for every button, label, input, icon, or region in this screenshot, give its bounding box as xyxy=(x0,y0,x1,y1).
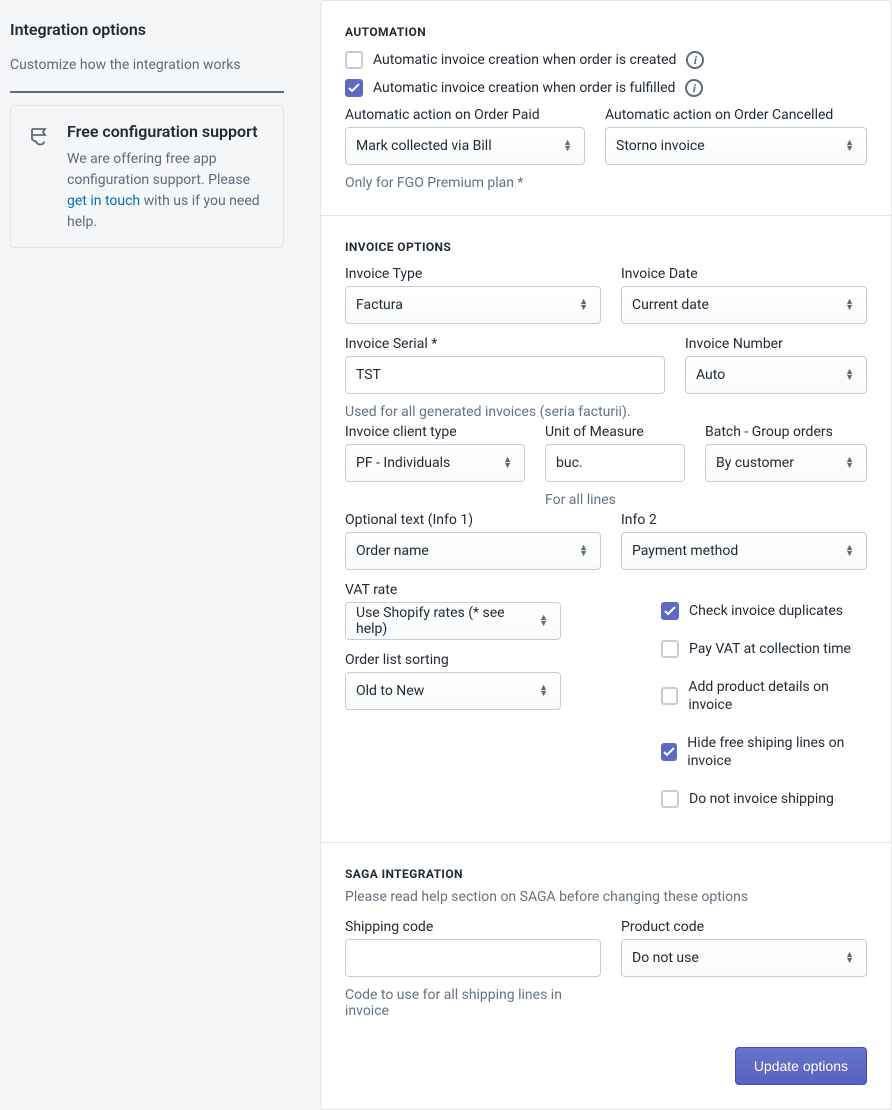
check-invoice-on-created-row: Automatic invoice creation when order is… xyxy=(345,51,867,69)
action-on-paid-select[interactable]: Mark collected via Bill ▲▼ xyxy=(345,127,585,165)
invoice-number-select[interactable]: Auto ▲▼ xyxy=(685,356,867,394)
chevron-updown-icon: ▲▼ xyxy=(563,140,572,152)
chevron-updown-icon: ▲▼ xyxy=(845,140,854,152)
action-on-cancelled-field: Automatic action on Order Cancelled Stor… xyxy=(605,107,867,191)
vat-rate-field: VAT rate Use Shopify rates (* see help) … xyxy=(345,582,601,640)
action-on-paid-label: Automatic action on Order Paid xyxy=(345,107,585,123)
sidebar-title: Integration options xyxy=(10,20,284,39)
chevron-updown-icon: ▲▼ xyxy=(845,369,854,381)
check-invoice-on-created-label: Automatic invoice creation when order is… xyxy=(373,51,676,69)
uom-field: Unit of Measure For all lines xyxy=(545,424,685,508)
sorting-select[interactable]: Old to New ▲▼ xyxy=(345,672,561,710)
support-title: Free configuration support xyxy=(67,122,267,143)
chevron-updown-icon: ▲▼ xyxy=(539,685,548,697)
sorting-field: Order list sorting Old to New ▲▼ xyxy=(345,652,601,710)
invoice-checkbox-group: Check invoice duplicates Pay VAT at coll… xyxy=(621,602,867,818)
get-in-touch-link[interactable]: get in touch xyxy=(67,193,140,209)
saga-heading: SAGA INTEGRATION xyxy=(345,867,867,881)
check-invoice-on-fulfilled-row: Automatic invoice creation when order is… xyxy=(345,79,867,97)
check-no-shipping[interactable] xyxy=(661,790,679,808)
chevron-updown-icon: ▲▼ xyxy=(845,457,854,469)
automation-heading: AUTOMATION xyxy=(345,25,867,39)
invoice-type-select[interactable]: Factura ▲▼ xyxy=(345,286,601,324)
main-panel: AUTOMATION Automatic invoice creation wh… xyxy=(320,0,892,1110)
info-icon[interactable]: i xyxy=(685,79,703,97)
support-body: Free configuration support We are offeri… xyxy=(67,122,267,233)
invoice-client-type-select[interactable]: PF - Individuals ▲▼ xyxy=(345,444,525,482)
check-hide-free-shipping[interactable] xyxy=(661,743,677,761)
shipping-code-input[interactable] xyxy=(345,939,601,977)
check-product-details[interactable] xyxy=(661,687,678,705)
shipping-code-field: Shipping code Code to use for all shippi… xyxy=(345,919,601,1019)
action-on-cancelled-select[interactable]: Storno invoice ▲▼ xyxy=(605,127,867,165)
invoice-serial-input[interactable] xyxy=(345,356,665,394)
info1-select[interactable]: Order name ▲▼ xyxy=(345,532,601,570)
invoice-date-field: Invoice Date Current date ▲▼ xyxy=(621,266,867,324)
action-on-paid-note: Only for FGO Premium plan * xyxy=(345,175,585,191)
sidebar-subtitle: Customize how the integration works xyxy=(10,57,284,73)
invoice-date-select[interactable]: Current date ▲▼ xyxy=(621,286,867,324)
chat-flag-icon xyxy=(25,122,55,152)
footer: Update options xyxy=(345,1047,867,1085)
update-options-button[interactable]: Update options xyxy=(735,1047,867,1085)
support-text: We are offering free app configuration s… xyxy=(67,149,267,233)
invoice-options-section: INVOICE OPTIONS Invoice Type Factura ▲▼ … xyxy=(321,215,891,842)
chevron-updown-icon: ▲▼ xyxy=(579,299,588,311)
batch-select[interactable]: By customer ▲▼ xyxy=(705,444,867,482)
invoice-options-heading: INVOICE OPTIONS xyxy=(345,240,867,254)
invoice-number-field: Invoice Number Auto ▲▼ xyxy=(685,336,867,420)
saga-section: SAGA INTEGRATION Please read help sectio… xyxy=(321,842,891,1109)
saga-subheading: Please read help section on SAGA before … xyxy=(345,889,867,905)
automation-section: AUTOMATION Automatic invoice creation wh… xyxy=(321,1,891,215)
chevron-updown-icon: ▲▼ xyxy=(503,457,512,469)
info1-field: Optional text (Info 1) Order name ▲▼ xyxy=(345,512,601,570)
chevron-updown-icon: ▲▼ xyxy=(845,952,854,964)
info2-field: Info 2 Payment method ▲▼ xyxy=(621,512,867,570)
chevron-updown-icon: ▲▼ xyxy=(539,615,548,627)
check-invoice-on-created[interactable] xyxy=(345,51,363,69)
check-duplicates[interactable] xyxy=(661,602,679,620)
chevron-updown-icon: ▲▼ xyxy=(845,299,854,311)
support-card: Free configuration support We are offeri… xyxy=(10,105,284,248)
vat-rate-select[interactable]: Use Shopify rates (* see help) ▲▼ xyxy=(345,602,561,640)
product-code-select[interactable]: Do not use ▲▼ xyxy=(621,939,867,977)
check-invoice-on-fulfilled-label: Automatic invoice creation when order is… xyxy=(373,79,675,97)
sidebar: Integration options Customize how the in… xyxy=(0,0,300,1110)
invoice-type-field: Invoice Type Factura ▲▼ xyxy=(345,266,601,324)
check-vat-collection[interactable] xyxy=(661,640,679,658)
uom-input[interactable] xyxy=(545,444,685,482)
chevron-updown-icon: ▲▼ xyxy=(579,545,588,557)
chevron-updown-icon: ▲▼ xyxy=(845,545,854,557)
batch-field: Batch - Group orders By customer ▲▼ xyxy=(705,424,867,508)
product-code-field: Product code Do not use ▲▼ xyxy=(621,919,867,1019)
sidebar-divider xyxy=(10,91,284,93)
info-icon[interactable]: i xyxy=(686,51,704,69)
check-invoice-on-fulfilled[interactable] xyxy=(345,79,363,97)
info2-select[interactable]: Payment method ▲▼ xyxy=(621,532,867,570)
action-on-paid-field: Automatic action on Order Paid Mark coll… xyxy=(345,107,585,191)
invoice-client-type-field: Invoice client type PF - Individuals ▲▼ xyxy=(345,424,525,508)
invoice-serial-field: Invoice Serial * Used for all generated … xyxy=(345,336,665,420)
action-on-cancelled-label: Automatic action on Order Cancelled xyxy=(605,107,867,123)
